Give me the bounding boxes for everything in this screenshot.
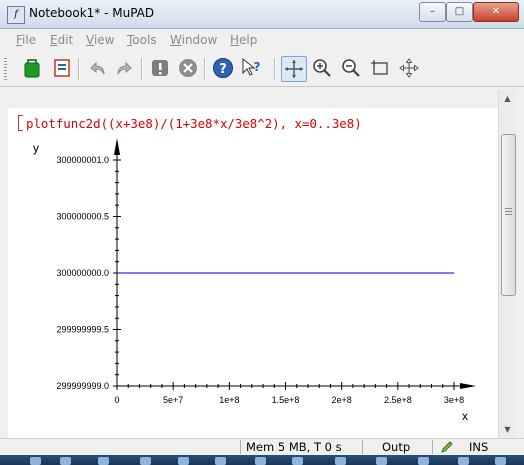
vertical-scrollbar[interactable]: ▲ ▼ [498, 90, 516, 438]
y-tick-label: 300000000.0 [56, 268, 109, 278]
help-icon[interactable]: ? [211, 56, 235, 80]
x-tick-label: 3e+8 [444, 395, 464, 405]
minimize-button[interactable]: – [419, 2, 446, 22]
taskbar-app-icon[interactable] [292, 457, 303, 465]
select-move-icon[interactable] [281, 56, 307, 82]
undo-icon[interactable] [85, 56, 109, 80]
thumb-grip [505, 208, 512, 217]
stop-icon[interactable] [148, 56, 172, 80]
y-axis-arrow [114, 138, 120, 155]
toolbar-separator [204, 58, 206, 80]
svg-text:?: ? [219, 62, 227, 77]
menu-edit[interactable]: Edit [50, 33, 73, 47]
taskbar-app-icon[interactable] [140, 457, 151, 465]
status-output: Outp [382, 440, 411, 454]
taskbar-app-icon[interactable] [458, 457, 469, 465]
menu-file[interactable]: File [16, 33, 36, 47]
x-tick-label: 1e+8 [219, 395, 239, 405]
mupad-app-icon: f [7, 6, 25, 24]
status-divider [362, 440, 363, 454]
status-insert-mode: INS [469, 440, 489, 454]
zoom-out-icon[interactable] [339, 56, 363, 80]
taskbar-app-icon[interactable] [98, 457, 109, 465]
status-divider [432, 440, 433, 454]
toolbar-grip[interactable] [4, 58, 7, 80]
scroll-thumb[interactable] [501, 134, 516, 296]
zoom-box-icon[interactable] [368, 56, 392, 80]
window-title: Notebook1* - MuPAD [29, 6, 155, 20]
y-tick-label: 300000001.0 [56, 155, 109, 165]
x-axis-label: x [462, 409, 468, 423]
status-memory: Mem 5 MB, T 0 s [246, 440, 342, 454]
taskbar-app-icon[interactable] [376, 457, 387, 465]
menu-help[interactable]: Help [230, 33, 257, 47]
y-tick-label: 299999999.0 [56, 381, 109, 391]
command-input[interactable]: plotfunc2d((x+3e8)/(1+3e8*x/3e8^2), x=0.… [26, 116, 362, 131]
x-tick-label: 2.5e+8 [384, 395, 412, 405]
context-help-icon[interactable]: ? [239, 56, 263, 80]
scroll-down-icon[interactable]: ▼ [500, 422, 515, 437]
menu-window[interactable]: Window [170, 33, 217, 47]
title-bar[interactable]: f Notebook1* - MuPAD – □ ✕ [0, 0, 524, 29]
redo-icon[interactable] [113, 56, 137, 80]
toolbar-separator [78, 58, 80, 80]
taskbar-app-icon[interactable] [495, 457, 506, 465]
toolbar: ? ? [0, 52, 524, 87]
taskbar-app-icon[interactable] [60, 457, 71, 465]
pencil-icon [441, 441, 453, 453]
taskbar-app-icon[interactable] [215, 457, 226, 465]
x-tick-label: 2e+8 [332, 395, 352, 405]
y-tick-label: 300000000.5 [56, 212, 109, 222]
interrupt-icon[interactable] [176, 56, 200, 80]
taskbar-app-icon[interactable] [30, 457, 41, 465]
x-tick-label: 0 [114, 395, 119, 405]
y-axis-label: y [33, 141, 39, 155]
toolbar-separator [141, 58, 143, 80]
maximize-button[interactable]: □ [446, 2, 473, 22]
taskbar [0, 455, 524, 465]
pan-icon[interactable] [397, 56, 421, 80]
taskbar-app-icon[interactable] [255, 457, 266, 465]
taskbar-app-icon[interactable] [418, 457, 429, 465]
close-button[interactable]: ✕ [473, 2, 519, 22]
y-tick-label: 299999999.5 [56, 325, 109, 335]
toolbar-separator [274, 58, 276, 80]
taskbar-app-icon[interactable] [178, 457, 189, 465]
input-cell-bracket[interactable] [18, 115, 23, 131]
menu-view[interactable]: View [86, 33, 114, 47]
svg-text:?: ? [254, 60, 261, 74]
zoom-in-icon[interactable] [310, 56, 334, 80]
taskbar-app-icon[interactable] [335, 457, 346, 465]
scroll-up-icon[interactable]: ▲ [500, 91, 515, 106]
evaluate-green-icon[interactable] [20, 56, 44, 80]
notebook-icon[interactable] [50, 56, 74, 80]
plot-area[interactable]: 0 5e+7 1e+8 1.5e+8 2e+8 2.5e+8 3e+8 299999999.0… [8, 138, 498, 438]
menu-tools[interactable]: Tools [127, 33, 157, 47]
x-tick-label: 1.5e+8 [272, 395, 300, 405]
notebook-document[interactable]: plotfunc2d((x+3e8)/(1+3e8*x/3e8^2), x=0.… [8, 108, 498, 438]
x-axis-arrow [460, 383, 476, 389]
status-divider [240, 440, 241, 454]
x-tick-label: 5e+7 [163, 395, 183, 405]
status-bar: Mem 5 MB, T 0 s Outp INS [0, 438, 524, 455]
menu-bar: File Edit View Tools Window Help [0, 29, 524, 51]
mupad-window: f Notebook1* - MuPAD – □ ✕ File Edit Vie… [0, 0, 524, 465]
